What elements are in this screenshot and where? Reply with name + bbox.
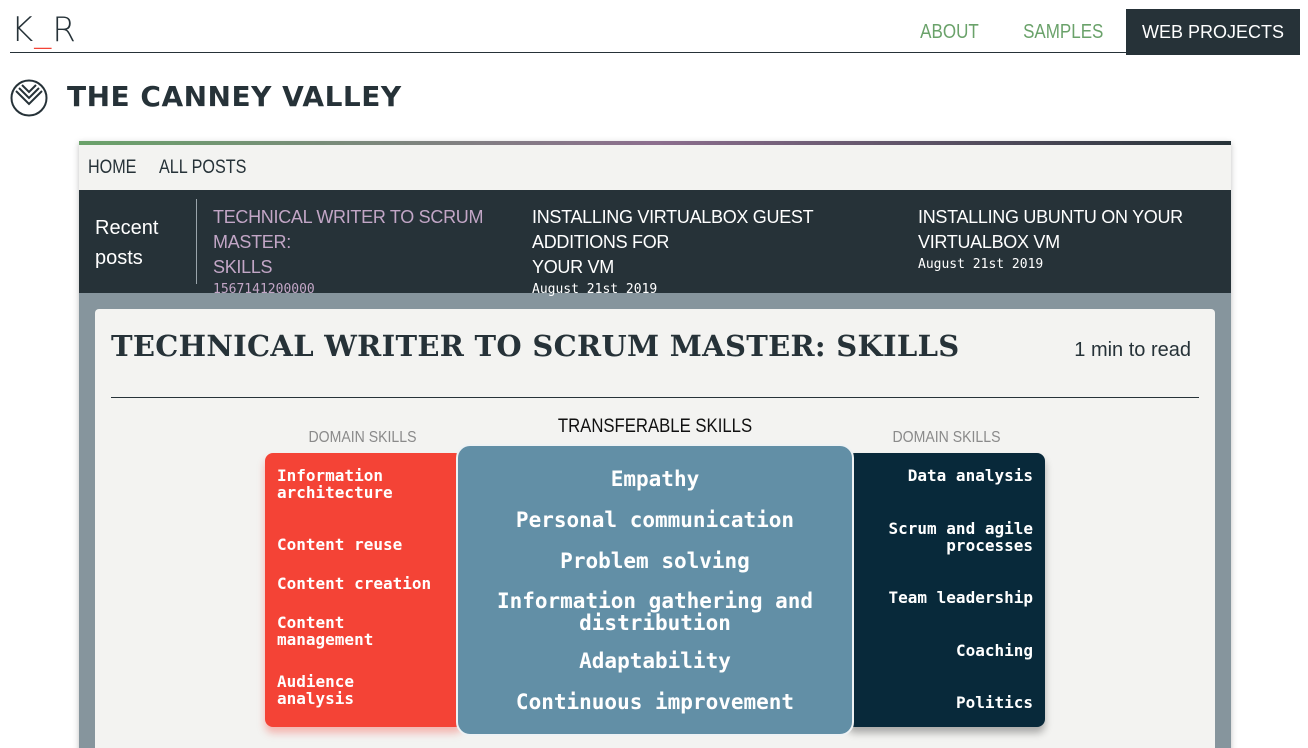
- right-column-caption: DOMAIN SKILLS: [892, 429, 1001, 446]
- skill-text: Personal communication: [515, 508, 795, 532]
- skill-text: analysis: [277, 689, 355, 708]
- skills-diagram: DOMAIN SKILLS TRANSFERABLE SKILLS DOMAIN…: [95, 309, 1215, 748]
- skill-item: Audience analysis: [277, 673, 354, 707]
- nav-web-projects[interactable]: WEB PROJECTS: [1125, 9, 1300, 55]
- site-nav: ABOUT SAMPLES WEB PROJECTS: [899, 9, 1300, 55]
- recent-post-title-line2: YOUR VM: [532, 257, 614, 277]
- skill-text: Problem solving: [560, 549, 750, 573]
- recent-post-link[interactable]: INSTALLING UBUNTU ON YOUR VIRTUALBOX VM A…: [902, 199, 1202, 284]
- domain-skills-right: Data analysis Scrum and agile processes Tea…: [847, 453, 1045, 727]
- nav-all-posts[interactable]: ALL POSTS: [159, 157, 246, 179]
- recent-post-title-line2: SKILLS: [213, 257, 273, 277]
- skill-item: Scrum and agile processes: [889, 520, 1034, 554]
- skill-text: Politics: [955, 693, 1033, 712]
- skill-item: Information gathering and distribution: [458, 590, 852, 634]
- recent-post-title-line1: INSTALLING UBUNTU ON YOUR: [918, 207, 1183, 227]
- left-column-caption: DOMAIN SKILLS: [308, 429, 417, 446]
- logo-suffix: R: [52, 10, 77, 50]
- skill-text: architecture: [277, 483, 393, 502]
- skill-item: Data analysis: [908, 467, 1033, 484]
- skill-text: Continuous improvement: [515, 690, 795, 714]
- logo-underscore: _: [34, 10, 53, 50]
- skill-text: Adaptability: [579, 649, 731, 673]
- logo-prefix: K: [11, 10, 35, 50]
- blog-card: HOME ALL POSTS Recent posts TECHNICAL WR…: [79, 141, 1231, 748]
- nav-home[interactable]: HOME: [88, 157, 136, 179]
- skill-text: Content creation: [277, 574, 432, 593]
- skill-item: Content reuse: [277, 536, 402, 553]
- recent-post-date: August 21st 2019: [918, 257, 1044, 272]
- center-column-caption: TRANSFERABLE SKILLS: [557, 416, 753, 437]
- recent-post-link[interactable]: INSTALLING VIRTUALBOX GUEST ADDITIONS FO…: [516, 199, 902, 297]
- skill-text: Data analysis: [907, 466, 1033, 485]
- blog-logo-icon[interactable]: [10, 79, 50, 117]
- recent-post-date: 1567141200000: [213, 282, 315, 297]
- recent-label-line1: Recent: [95, 217, 159, 239]
- skill-item: Politics: [956, 694, 1033, 711]
- post-article: TECHNICAL WRITER TO SCRUM MASTER: SKILLS…: [95, 309, 1215, 748]
- skill-item: Team leadership: [889, 589, 1034, 606]
- nav-about[interactable]: ABOUT: [906, 9, 992, 55]
- skill-text: Empathy: [610, 467, 700, 491]
- recent-posts-label: Recent posts: [79, 199, 197, 284]
- skill-text: Content reuse: [277, 535, 403, 554]
- skill-item: Information architecture: [277, 467, 393, 501]
- recent-label-line2: posts: [95, 247, 143, 269]
- recent-post-title-line2: VIRTUALBOX VM: [918, 232, 1060, 252]
- skill-text: Team leadership: [888, 588, 1034, 607]
- skill-item: Adaptability: [458, 650, 852, 672]
- skill-text: management: [277, 630, 374, 649]
- skill-text: distribution: [579, 611, 731, 635]
- skill-item: Empathy: [458, 468, 852, 490]
- blog-nav: HOME ALL POSTS: [79, 145, 1231, 190]
- skill-text: Information gathering and: [496, 589, 814, 613]
- skill-item: Personal communication: [458, 509, 852, 531]
- recent-post-date: August 21st 2019: [532, 282, 658, 297]
- skill-item: Continuous improvement: [458, 691, 852, 713]
- recent-post-link[interactable]: TECHNICAL WRITER TO SCRUM MASTER: SKILLS …: [197, 199, 516, 297]
- skill-text: Coaching: [955, 641, 1033, 660]
- skill-item: Problem solving: [458, 550, 852, 572]
- skill-text: processes: [946, 536, 1033, 555]
- recent-posts-bar: Recent posts TECHNICAL WRITER TO SCRUM M…: [79, 190, 1231, 297]
- domain-skills-left: Information architecture Content reuse Cont…: [265, 453, 463, 727]
- skill-item: Coaching: [956, 642, 1033, 659]
- recent-post-title-line1: TECHNICAL WRITER TO SCRUM MASTER:: [213, 207, 484, 252]
- recent-post-title-line1: INSTALLING VIRTUALBOX GUEST ADDITIONS FO…: [532, 207, 813, 252]
- skill-item: Content creation: [277, 575, 431, 592]
- site-logo[interactable]: K_R: [11, 10, 77, 50]
- skill-item: Content management: [277, 614, 373, 648]
- blog-title[interactable]: THE CANNEY VALLEY: [67, 80, 402, 113]
- transferable-skills: Empathy Personal communication Problem sol…: [456, 444, 854, 736]
- nav-samples[interactable]: SAMPLES: [1009, 9, 1117, 55]
